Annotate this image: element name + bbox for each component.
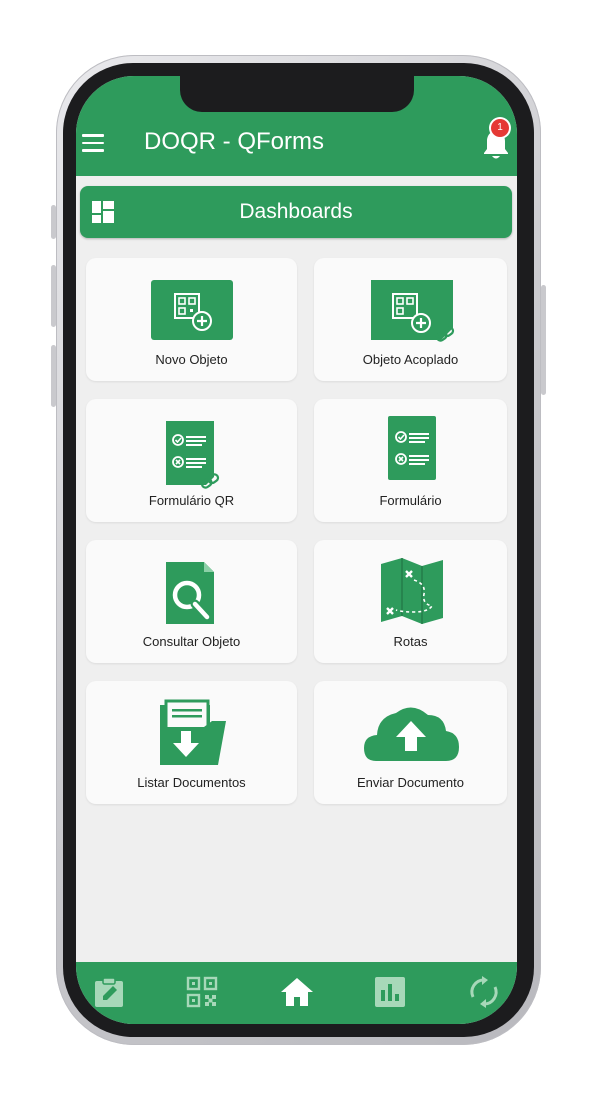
card-label: Objeto Acoplado — [362, 352, 459, 367]
app-title: DOQR - QForms — [144, 128, 324, 155]
phone-side-button-volume-up — [51, 265, 56, 327]
card-label: Listar Documentos — [137, 775, 246, 790]
dashboards-button[interactable]: Dashboards — [80, 186, 512, 238]
notification-badge: 1 — [491, 119, 509, 137]
nav-qr[interactable] — [186, 976, 218, 1013]
card-objeto-acoplado[interactable]: Objeto Acoplado — [314, 258, 507, 381]
nav-home[interactable] — [279, 976, 315, 1013]
sync-icon — [470, 976, 498, 1008]
card-label: Formulário — [379, 493, 442, 508]
phone-side-button-volume-down — [51, 345, 56, 407]
dashboards-label: Dashboards — [239, 200, 353, 223]
home-icon — [281, 978, 313, 1006]
card-label: Formulário QR — [148, 493, 235, 508]
card-label: Consultar Objeto — [142, 634, 241, 649]
card-novo-objeto[interactable]: Novo Objeto — [86, 258, 297, 381]
card-formulario-qr[interactable]: Formulário QR — [86, 399, 297, 522]
nav-charts[interactable] — [374, 976, 406, 1013]
card-formulario[interactable]: Formulário — [314, 399, 507, 522]
card-listar-documentos[interactable]: Listar Documentos — [86, 681, 297, 804]
phone-side-button-power — [541, 285, 546, 395]
card-consultar-objeto[interactable]: Consultar Objeto — [86, 540, 297, 663]
clipboard-edit-icon — [95, 977, 123, 1007]
card-label: Enviar Documento — [357, 775, 464, 790]
app-bar: DOQR - QForms 1 — [76, 116, 517, 174]
card-label: Rotas — [393, 634, 428, 649]
menu-icon[interactable] — [82, 134, 104, 152]
bar-chart-icon — [375, 977, 405, 1007]
phone-side-button-silent — [51, 205, 56, 239]
app-screen: DOQR - QForms 1 Dashboards Novo Objeto O… — [76, 76, 517, 1024]
nav-sync[interactable] — [468, 976, 500, 1013]
card-label: Novo Objeto — [155, 352, 228, 367]
phone-notch — [180, 76, 414, 112]
nav-clipboard[interactable] — [93, 976, 125, 1013]
card-enviar-documento[interactable]: Enviar Documento — [314, 681, 507, 804]
qr-code-icon — [186, 976, 218, 1008]
bottom-navigation — [76, 962, 517, 1024]
card-rotas[interactable]: Rotas — [314, 540, 507, 663]
